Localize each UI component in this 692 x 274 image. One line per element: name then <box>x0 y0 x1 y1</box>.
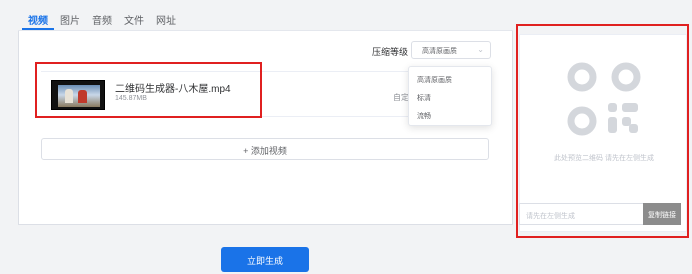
tab-audio[interactable]: 音频 <box>86 6 118 30</box>
custom-option-label[interactable]: 自定 <box>393 92 409 103</box>
upload-panel: 压缩等级 高清原画质 ⌄ 二维码生成器-八木屋.mp4 145.87MB 自定 … <box>18 31 513 225</box>
dropdown-option-smooth[interactable]: 流畅 <box>417 111 431 121</box>
file-highlight-box <box>35 62 262 118</box>
compression-level-select[interactable]: 高清原画质 ⌄ <box>411 41 491 59</box>
tab-url[interactable]: 网址 <box>150 6 182 30</box>
generate-button[interactable]: 立即生成 <box>221 247 309 272</box>
add-video-button[interactable]: + 添加视频 <box>41 138 489 160</box>
dropdown-option-hd[interactable]: 高清原画质 <box>417 75 452 85</box>
media-type-tabs: 视频 图片 音频 文件 网址 <box>22 6 182 30</box>
compression-level-value: 高清原画质 <box>422 48 457 55</box>
compression-level-label: 压缩等级 <box>372 47 409 57</box>
dropdown-option-sd[interactable]: 标清 <box>417 93 431 103</box>
tab-file[interactable]: 文件 <box>118 6 150 30</box>
chevron-down-icon: ⌄ <box>477 45 484 54</box>
qr-highlight-box <box>516 24 689 238</box>
tab-image[interactable]: 图片 <box>54 6 86 30</box>
compression-level-dropdown: 高清原画质 标清 流畅 <box>408 66 492 126</box>
tab-video[interactable]: 视频 <box>22 6 54 30</box>
